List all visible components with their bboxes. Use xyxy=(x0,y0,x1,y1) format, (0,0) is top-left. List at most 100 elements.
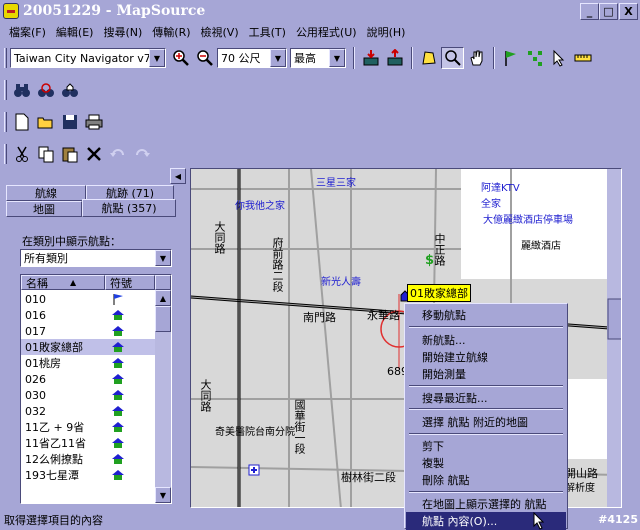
selection-tool-button[interactable] xyxy=(547,47,570,69)
ctx-find-nearest[interactable]: 搜尋最近點... xyxy=(406,389,566,407)
chevron-down-icon[interactable]: ▼ xyxy=(270,49,286,67)
close-button[interactable]: X xyxy=(619,3,638,20)
receive-from-device-button[interactable] xyxy=(359,47,382,69)
waypoint-callout[interactable]: 01敗家總部 xyxy=(407,284,471,302)
category-filter-select[interactable]: 所有類別 ▼ xyxy=(20,249,172,267)
maximize-button[interactable]: □ xyxy=(599,3,618,20)
menu-file[interactable]: 檔案(F) xyxy=(4,24,51,40)
map-label-ktv[interactable]: 阿達KTV xyxy=(481,179,520,194)
tab-waypoints[interactable]: 航點 (357) xyxy=(82,199,176,217)
table-row[interactable]: 01桃房 xyxy=(21,355,157,371)
waypoint-list[interactable]: 名稱 ▲ 符號 010 016 017 01敗家總部 01桃房 026 030 032 11乙 … xyxy=(20,274,172,504)
column-header-symbol[interactable]: 符號 xyxy=(105,275,155,290)
detail-level-select[interactable]: 最高 ▼ xyxy=(290,48,346,68)
road-label-datong: 大同路 xyxy=(213,221,226,254)
waypoint-list-scrollbar[interactable]: ▲ ▼ xyxy=(155,290,171,503)
map-label-chimei-hospital[interactable]: 奇美醫院台南分院 xyxy=(215,423,295,438)
copy-button[interactable] xyxy=(34,143,57,165)
title-bar[interactable]: 20051229 - MapSource _ □ X xyxy=(0,0,640,22)
table-row[interactable]: 016 xyxy=(21,307,157,323)
menu-transfer[interactable]: 傳輸(R) xyxy=(147,24,195,40)
find-address-button[interactable] xyxy=(34,79,57,101)
map-label-hotel-parking[interactable]: 大億麗緻酒店停車場 xyxy=(483,211,573,226)
map-product-value: Taiwan City Navigator v7.01 xyxy=(14,51,165,65)
zoom-in-button[interactable] xyxy=(169,47,192,69)
scroll-up-button[interactable]: ▲ xyxy=(155,290,171,306)
redo-button[interactable] xyxy=(130,143,153,165)
table-row[interactable]: 01敗家總部 xyxy=(21,339,157,355)
table-row[interactable]: 11乙 + 9省 xyxy=(21,419,157,435)
ctx-delete-waypoint[interactable]: 刪除 航點 xyxy=(406,471,566,489)
chevron-down-icon[interactable]: ▼ xyxy=(329,49,345,67)
route-tool-button[interactable] xyxy=(523,47,546,69)
toolbar-grip[interactable] xyxy=(4,144,7,164)
map-label-hotel[interactable]: 麗緻酒店 xyxy=(521,237,561,252)
table-row[interactable]: 193七星潭 xyxy=(21,467,157,483)
ctx-new-waypoint[interactable]: 新航點... xyxy=(406,331,566,349)
menu-tools[interactable]: 工具(T) xyxy=(244,24,291,40)
table-row[interactable]: 017 xyxy=(21,323,157,339)
menu-utilities[interactable]: 公用程式(U) xyxy=(291,24,362,40)
cut-button[interactable] xyxy=(10,143,33,165)
zoom-tool-button[interactable] xyxy=(441,47,464,69)
paste-button[interactable] xyxy=(58,143,81,165)
ctx-start-measure[interactable]: 開始測量 xyxy=(406,365,566,383)
print-button[interactable] xyxy=(82,111,105,133)
ctx-start-route[interactable]: 開始建立航線 xyxy=(406,348,566,366)
new-file-button[interactable] xyxy=(10,111,33,133)
ctx-separator xyxy=(409,326,563,328)
panel-scroll-left-button[interactable]: ◀ xyxy=(170,168,186,184)
tab-routes[interactable]: 航線 xyxy=(6,185,86,201)
tab-maps[interactable]: 地圖 xyxy=(6,201,82,217)
table-row[interactable]: 12么俐撩點 xyxy=(21,451,157,467)
save-file-button[interactable] xyxy=(58,111,81,133)
map-label-sanxing[interactable]: 三星三家 xyxy=(316,174,356,189)
open-file-button[interactable] xyxy=(34,111,57,133)
map-label-familymart[interactable]: 全家 xyxy=(481,195,501,210)
toolbar-grip[interactable] xyxy=(4,80,7,100)
send-to-device-button[interactable] xyxy=(383,47,406,69)
toolbar-grip[interactable] xyxy=(4,48,7,68)
column-header-name[interactable]: 名稱 ▲ xyxy=(21,275,105,290)
select-map-tool-button[interactable] xyxy=(417,47,440,69)
chevron-down-icon[interactable]: ▼ xyxy=(149,49,165,67)
toolbar-grip[interactable] xyxy=(4,112,7,132)
delete-x-icon xyxy=(86,147,101,161)
receive-device-icon xyxy=(363,50,378,66)
hand-tool-button[interactable] xyxy=(465,47,488,69)
find-nearest-button[interactable] xyxy=(58,79,81,101)
zoom-scale-select[interactable]: 70 公尺 ▼ xyxy=(217,48,287,68)
house-icon xyxy=(103,341,133,353)
scroll-down-button[interactable]: ▼ xyxy=(155,487,171,503)
map-vscroll-thumb[interactable] xyxy=(607,298,622,340)
find-places-button[interactable] xyxy=(10,79,33,101)
waypoint-context-menu: 移動航點 新航點... 開始建立航線 開始測量 搜尋最近點... 選擇 航點 附… xyxy=(404,303,568,530)
table-row[interactable]: 030 xyxy=(21,387,157,403)
chevron-down-icon[interactable]: ▼ xyxy=(155,250,171,266)
menu-view[interactable]: 檢視(V) xyxy=(196,24,244,40)
table-row[interactable]: 026 xyxy=(21,371,157,387)
ctx-select-maps-near[interactable]: 選擇 航點 附近的地圖 xyxy=(406,413,566,431)
menu-edit[interactable]: 編輯(E) xyxy=(51,24,99,40)
ctx-move-waypoint[interactable]: 移動航點 xyxy=(406,306,566,324)
waypoint-name: 030 xyxy=(25,388,46,402)
map-product-select[interactable]: Taiwan City Navigator v7.01 ▼ xyxy=(10,48,166,68)
ctx-cut[interactable]: 剪下 xyxy=(406,437,566,455)
map-label-shinkong[interactable]: 新光人壽 xyxy=(321,273,361,288)
waypoint-tool-button[interactable] xyxy=(499,47,522,69)
undo-button[interactable] xyxy=(106,143,129,165)
table-row[interactable]: 032 xyxy=(21,403,157,419)
minimize-button[interactable]: _ xyxy=(580,3,599,20)
mapsource-app-icon[interactable] xyxy=(3,3,19,19)
table-row[interactable]: 010 xyxy=(21,291,157,307)
measure-tool-button[interactable] xyxy=(571,47,594,69)
ctx-copy[interactable]: 複製 xyxy=(406,454,566,472)
menu-find[interactable]: 搜尋(N) xyxy=(98,24,147,40)
table-row[interactable]: 11省乙11省 xyxy=(21,435,157,451)
menu-help[interactable]: 說明(H) xyxy=(362,24,411,40)
scroll-thumb[interactable] xyxy=(155,306,171,332)
map-label-nimen[interactable]: 你我他之家 xyxy=(235,197,285,212)
house-icon xyxy=(103,357,133,369)
zoom-out-button[interactable] xyxy=(193,47,216,69)
delete-button[interactable] xyxy=(82,143,105,165)
